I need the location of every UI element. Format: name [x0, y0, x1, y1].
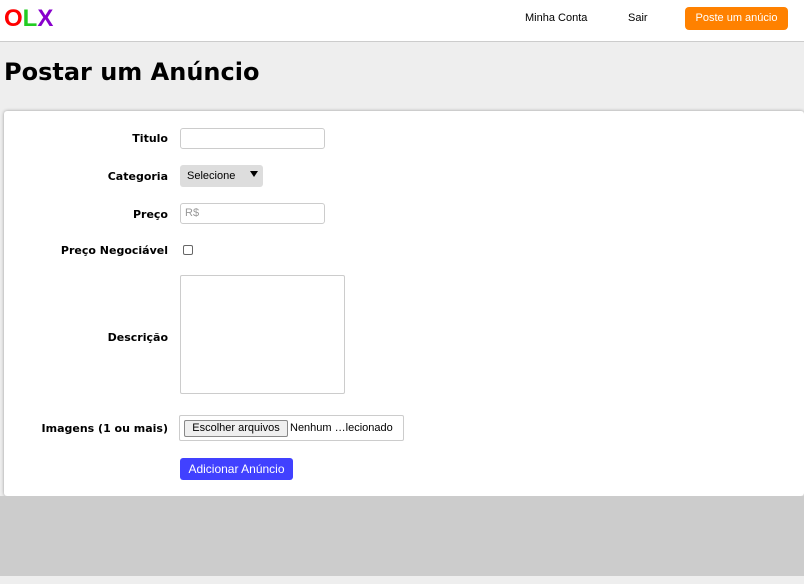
price-input[interactable]: R$	[180, 203, 325, 224]
negotiable-checkbox[interactable]	[183, 245, 193, 255]
file-status-text: Nenhum …lecionado	[290, 422, 393, 434]
title-label: Titulo	[132, 132, 168, 145]
category-selected-value: Selecione	[187, 170, 236, 182]
page-title: Postar um Anúncio	[4, 58, 260, 86]
category-label: Categoria	[107, 170, 168, 183]
description-label: Descrição	[107, 331, 168, 344]
footer	[0, 496, 804, 576]
description-textarea[interactable]	[180, 275, 345, 394]
price-placeholder: R$	[185, 207, 200, 219]
olx-logo[interactable]: OLX	[4, 5, 53, 33]
logo-letter-x: X	[37, 5, 54, 32]
category-select[interactable]: Selecione	[180, 165, 263, 187]
images-file-input[interactable]: Escolher arquivos Nenhum …lecionado	[179, 415, 404, 441]
post-ad-button[interactable]: Poste um anúcio	[685, 7, 788, 30]
title-input[interactable]	[180, 128, 325, 149]
logo-letter-l: L	[22, 5, 38, 32]
logout-link[interactable]: Sair	[628, 12, 648, 24]
my-account-link[interactable]: Minha Conta	[525, 12, 587, 24]
price-label: Preço	[132, 208, 168, 221]
negotiable-label: Preço Negociável	[60, 244, 168, 257]
post-ad-form	[4, 111, 804, 496]
images-label: Imagens (1 ou mais)	[41, 422, 168, 435]
add-ad-submit-button[interactable]: Adicionar Anúncio	[180, 458, 293, 480]
top-navbar: OLX Minha Conta Sair Poste um anúcio	[0, 0, 804, 42]
logo-letter-o: O	[4, 5, 23, 32]
chevron-down-icon	[250, 171, 258, 177]
choose-files-button[interactable]: Escolher arquivos	[184, 420, 288, 437]
